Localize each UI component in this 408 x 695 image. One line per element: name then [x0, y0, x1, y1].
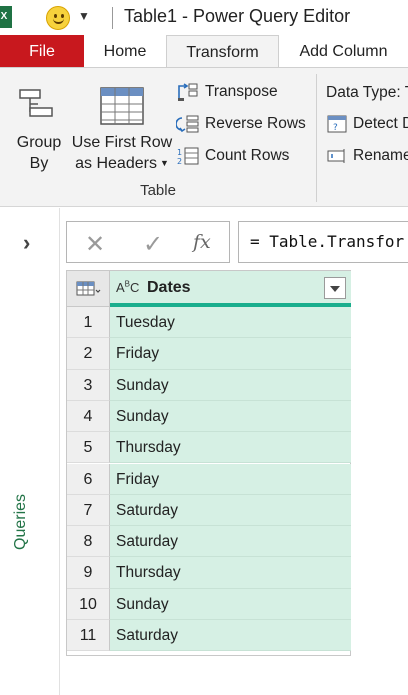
table-cell[interactable]: Friday	[110, 463, 351, 495]
table-row[interactable]: 11 Saturday	[67, 620, 351, 652]
table-cell[interactable]: Saturday	[110, 526, 351, 558]
checkmark-icon[interactable]: ✓	[143, 230, 163, 259]
table-row[interactable]: 6 Friday	[67, 463, 351, 495]
column-header-label: Dates	[147, 279, 191, 296]
data-grid: ABC Dates 1 Tuesday 2 Friday 3 Sunday 4 Sunday 5…	[66, 270, 351, 656]
chevron-right-icon[interactable]: ›	[23, 230, 30, 256]
row-number[interactable]: 7	[67, 494, 110, 527]
row-number[interactable]: 4	[67, 400, 110, 433]
table-row[interactable]: 4 Sunday	[67, 400, 351, 433]
rename-button[interactable]: Rename	[326, 144, 408, 168]
reverse-rows-label: Reverse Rows	[205, 115, 306, 132]
count-rows-button[interactable]: 1 2 Count Rows	[176, 143, 289, 169]
ribbon-group-separator	[316, 74, 317, 202]
count-rows-icon: 1 2	[176, 146, 200, 166]
caret-down-icon: ▼	[159, 158, 169, 168]
table-headers-icon	[70, 82, 174, 132]
detect-data-type-label: Detect D	[353, 115, 408, 132]
text-type-icon[interactable]: ABC	[116, 279, 139, 295]
ribbon-group-label-table: Table	[140, 182, 176, 199]
close-icon[interactable]: ✕	[85, 230, 105, 259]
table-cell[interactable]: Saturday	[110, 620, 351, 652]
chevron-down-icon[interactable]: ▼	[78, 9, 90, 23]
detect-data-type-button[interactable]: ? Detect D	[326, 112, 408, 136]
use-first-row-label-2: as Headers	[75, 155, 157, 172]
table-cell[interactable]: Sunday	[110, 369, 351, 401]
tab-transform[interactable]: Transform	[166, 35, 279, 68]
formula-bar-controls: ✕ ✓ fx	[66, 221, 230, 263]
count-rows-label: Count Rows	[205, 147, 290, 164]
use-first-row-as-headers-button[interactable]: Use First Row as Headers ▼	[70, 82, 174, 174]
svg-text:?: ?	[333, 123, 338, 133]
table-cell[interactable]: Sunday	[110, 400, 351, 433]
title-separator	[112, 7, 113, 29]
reverse-rows-button[interactable]: Reverse Rows	[175, 111, 306, 137]
table-row[interactable]: 8 Saturday	[67, 526, 351, 558]
tab-home[interactable]: Home	[84, 35, 166, 68]
rename-icon	[326, 146, 348, 166]
table-menu-button[interactable]	[67, 271, 110, 307]
smiley-icon[interactable]	[46, 6, 70, 30]
table-cell[interactable]: Tuesday	[110, 307, 351, 339]
group-by-icon	[8, 82, 70, 132]
window-title: Table1 - Power Query Editor	[124, 6, 351, 26]
table-cell[interactable]: Thursday	[110, 432, 351, 464]
table-row[interactable]: 10 Sunday	[67, 588, 351, 620]
column-header-dates[interactable]: ABC Dates	[110, 271, 351, 307]
table-row[interactable]: 1 Tuesday	[67, 307, 351, 339]
transpose-label: Transpose	[205, 83, 278, 100]
row-number[interactable]: 6	[67, 463, 110, 495]
formula-input[interactable]: = Table.Transfor	[238, 221, 408, 263]
use-first-row-label-1: Use First Row	[71, 134, 173, 151]
svg-text:1: 1	[177, 148, 182, 157]
row-number[interactable]: 11	[67, 620, 110, 652]
transpose-icon	[176, 82, 200, 102]
table-row[interactable]: 9 Thursday	[67, 557, 351, 589]
row-number[interactable]: 10	[67, 588, 110, 620]
row-number[interactable]: 2	[67, 338, 110, 370]
table-cell[interactable]: Saturday	[110, 494, 351, 527]
ribbon: Group By Use First Row as Headers ▼ Tran…	[0, 67, 408, 207]
table-row[interactable]: 7 Saturday	[67, 494, 351, 527]
detect-data-type-icon: ?	[326, 114, 348, 134]
table-row[interactable]: 5 Thursday	[67, 432, 351, 464]
table-row[interactable]: 3 Sunday	[67, 369, 351, 401]
queries-pane: › Queries	[0, 208, 60, 695]
ribbon-tabs: File Home Transform Add Column	[0, 35, 408, 68]
row-number[interactable]: 1	[67, 307, 110, 339]
rename-label: Rename	[353, 147, 408, 164]
tab-file[interactable]: File	[0, 35, 84, 68]
table-cell[interactable]: Sunday	[110, 588, 351, 620]
transpose-button[interactable]: Transpose	[176, 79, 278, 105]
reverse-rows-icon	[175, 114, 200, 134]
row-number[interactable]: 8	[67, 526, 110, 558]
table-cell[interactable]: Thursday	[110, 557, 351, 589]
table-row[interactable]: 2 Friday	[67, 338, 351, 370]
title-bar: X ▼ Table1 - Power Query Editor	[0, 0, 408, 35]
svg-text:2: 2	[177, 157, 182, 166]
queries-pane-label[interactable]: Queries	[12, 494, 30, 550]
row-number[interactable]: 3	[67, 369, 110, 401]
fx-icon[interactable]: fx	[193, 231, 211, 253]
tab-add-column[interactable]: Add Column	[279, 35, 408, 68]
group-by-button[interactable]: Group By	[8, 82, 70, 174]
row-number[interactable]: 9	[67, 557, 110, 589]
data-type-dropdown[interactable]: Data Type: T	[326, 81, 408, 105]
excel-icon: X	[0, 6, 12, 28]
use-first-row-line2-wrap: as Headers ▼	[70, 153, 174, 174]
group-by-label-2: By	[29, 155, 49, 172]
row-number[interactable]: 5	[67, 432, 110, 464]
group-by-label-1: Group	[16, 134, 62, 151]
table-icon	[76, 281, 101, 296]
column-filter-dropdown-button[interactable]	[324, 277, 346, 299]
table-cell[interactable]: Friday	[110, 338, 351, 370]
